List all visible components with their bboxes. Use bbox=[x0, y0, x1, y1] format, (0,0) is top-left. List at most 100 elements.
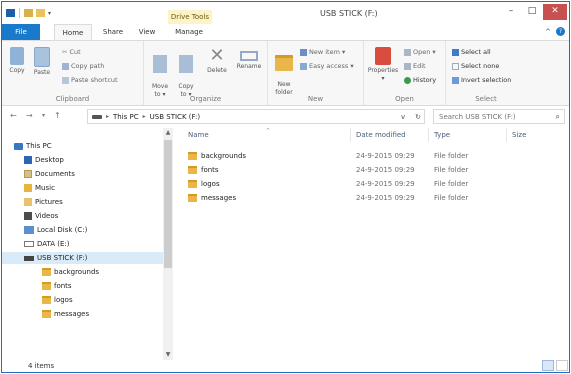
search-icon[interactable]: ⌕ bbox=[556, 112, 560, 122]
large-icons-view-button[interactable] bbox=[556, 360, 568, 371]
column-divider[interactable] bbox=[350, 128, 351, 142]
nav-item-label: Videos bbox=[35, 212, 59, 220]
table-row[interactable]: fonts 24-9-2015 09:29 File folder bbox=[184, 164, 564, 176]
file-name-cell: fonts bbox=[188, 166, 219, 174]
chevron-right-icon[interactable]: ▸ bbox=[143, 113, 146, 120]
nav-item-fonts[interactable]: fonts bbox=[42, 280, 72, 292]
scroll-down-icon[interactable]: ▼ bbox=[163, 351, 173, 358]
copy-to-button[interactable]: Copy to ▾ bbox=[176, 47, 196, 99]
search-input[interactable] bbox=[439, 112, 549, 121]
column-header-size[interactable]: Size bbox=[512, 131, 526, 139]
help-icon[interactable]: ? bbox=[556, 27, 565, 36]
back-button[interactable]: ← bbox=[10, 110, 17, 122]
nav-item-desktop[interactable]: Desktop bbox=[24, 154, 64, 166]
tab-home[interactable]: Home bbox=[54, 24, 92, 40]
column-divider[interactable] bbox=[506, 128, 507, 142]
paste-shortcut-icon bbox=[62, 76, 69, 84]
scroll-thumb[interactable] bbox=[164, 140, 172, 268]
nav-item-data-drive[interactable]: DATA (E:) bbox=[24, 238, 70, 250]
address-dropdown-button[interactable]: v bbox=[401, 113, 405, 121]
copy-button[interactable]: Copy bbox=[6, 47, 28, 75]
refresh-button[interactable]: ↻ bbox=[415, 113, 421, 121]
navigation-scrollbar[interactable]: ▲ ▼ bbox=[163, 128, 173, 360]
select-none-button[interactable]: Select none bbox=[452, 62, 499, 70]
open-button[interactable]: Open ▾ bbox=[404, 48, 436, 56]
breadcrumb-this-pc[interactable]: This PC bbox=[113, 113, 139, 121]
cut-button[interactable]: ✂ Cut bbox=[62, 48, 81, 56]
delete-label: Delete bbox=[207, 67, 227, 74]
copy-path-button[interactable]: Copy path bbox=[62, 62, 104, 70]
organize-group: Move to ▾ Copy to ▾ ✕ Delete Rename Orga… bbox=[144, 41, 268, 105]
move-to-button[interactable]: Move to ▾ bbox=[150, 47, 170, 99]
edit-label: Edit bbox=[413, 62, 426, 70]
paste-label: Paste bbox=[33, 69, 51, 76]
nav-item-logos[interactable]: logos bbox=[42, 294, 73, 306]
new-item-button[interactable]: New item ▾ bbox=[300, 48, 345, 56]
select-all-label: Select all bbox=[461, 48, 491, 56]
table-row[interactable]: logos 24-9-2015 09:29 File folder bbox=[184, 178, 564, 190]
column-divider[interactable] bbox=[428, 128, 429, 142]
tab-view[interactable]: View bbox=[138, 24, 156, 40]
nav-item-documents[interactable]: Documents bbox=[24, 168, 75, 180]
recent-locations-button[interactable]: ▾ bbox=[42, 110, 45, 122]
nav-item-videos[interactable]: Videos bbox=[24, 210, 58, 222]
address-bar[interactable]: ▸ This PC ▸ USB STICK (F:) bbox=[87, 109, 425, 124]
breadcrumb-usb-stick[interactable]: USB STICK (F:) bbox=[150, 113, 200, 121]
rename-button[interactable]: Rename bbox=[234, 47, 264, 71]
properties-quick-icon[interactable] bbox=[24, 9, 33, 17]
nav-item-backgrounds[interactable]: backgrounds bbox=[42, 266, 99, 278]
new-folder-button[interactable]: New folder bbox=[272, 47, 296, 97]
table-row[interactable]: backgrounds 24-9-2015 09:29 File folder bbox=[184, 150, 564, 162]
invert-selection-button[interactable]: Invert selection bbox=[452, 76, 511, 84]
nav-item-local-disk[interactable]: Local Disk (C:) bbox=[24, 224, 87, 236]
history-button[interactable]: History bbox=[404, 76, 436, 84]
search-box[interactable]: ⌕ bbox=[433, 109, 565, 124]
nav-item-label: This PC bbox=[26, 142, 52, 150]
folder-icon bbox=[42, 296, 51, 304]
window-title: USB STICK (F:) bbox=[320, 9, 378, 18]
nav-item-usb-stick[interactable]: USB STICK (F:) bbox=[2, 252, 163, 264]
edit-button[interactable]: Edit bbox=[404, 62, 426, 70]
properties-button[interactable]: Properties ▾ bbox=[366, 47, 400, 83]
customize-qat-icon[interactable]: ▾ bbox=[48, 10, 51, 17]
system-menu-icon[interactable] bbox=[6, 9, 15, 17]
delete-button[interactable]: ✕ Delete bbox=[204, 47, 230, 75]
nav-item-pictures[interactable]: Pictures bbox=[24, 196, 63, 208]
details-view-button[interactable] bbox=[542, 360, 554, 371]
collapse-ribbon-icon[interactable]: ^ bbox=[545, 28, 551, 36]
table-row[interactable]: messages 24-9-2015 09:29 File folder bbox=[184, 192, 564, 204]
nav-item-messages[interactable]: messages bbox=[42, 308, 89, 320]
new-item-label: New item ▾ bbox=[309, 48, 346, 56]
nav-item-this-pc[interactable]: This PC bbox=[14, 140, 52, 152]
new-folder-label: New folder bbox=[275, 81, 293, 96]
chevron-right-icon[interactable]: ▸ bbox=[106, 113, 109, 120]
file-name-cell: logos bbox=[188, 180, 220, 188]
maximize-button[interactable]: □ bbox=[522, 4, 542, 20]
qat-separator bbox=[19, 8, 20, 18]
item-count: 4 items bbox=[28, 362, 55, 370]
column-header-type[interactable]: Type bbox=[434, 131, 450, 139]
paste-shortcut-button[interactable]: Paste shortcut bbox=[62, 76, 118, 84]
forward-button[interactable]: → bbox=[26, 110, 33, 122]
file-name: backgrounds bbox=[201, 152, 247, 160]
tab-share[interactable]: Share bbox=[101, 24, 125, 40]
copy-path-label: Copy path bbox=[71, 62, 105, 70]
close-button[interactable]: ✕ bbox=[543, 4, 567, 20]
nav-item-label: logos bbox=[54, 296, 73, 304]
select-all-button[interactable]: Select all bbox=[452, 48, 491, 56]
scroll-up-icon[interactable]: ▲ bbox=[163, 129, 173, 136]
column-header-name[interactable]: Name bbox=[188, 131, 209, 139]
desktop-icon bbox=[24, 156, 32, 164]
folder-icon bbox=[42, 282, 51, 290]
new-folder-quick-icon[interactable] bbox=[36, 9, 45, 17]
column-header-date[interactable]: Date modified bbox=[356, 131, 406, 139]
easy-access-button[interactable]: Easy access ▾ bbox=[300, 62, 354, 70]
file-type: File folder bbox=[434, 152, 469, 160]
tab-manage[interactable]: Manage bbox=[172, 24, 206, 40]
up-button[interactable]: ↑ bbox=[54, 110, 61, 122]
tab-file[interactable]: File bbox=[2, 24, 40, 40]
minimize-button[interactable]: – bbox=[501, 4, 521, 20]
nav-item-music[interactable]: Music bbox=[24, 182, 55, 194]
nav-item-label: Documents bbox=[35, 170, 75, 178]
paste-button[interactable]: Paste bbox=[30, 47, 54, 77]
